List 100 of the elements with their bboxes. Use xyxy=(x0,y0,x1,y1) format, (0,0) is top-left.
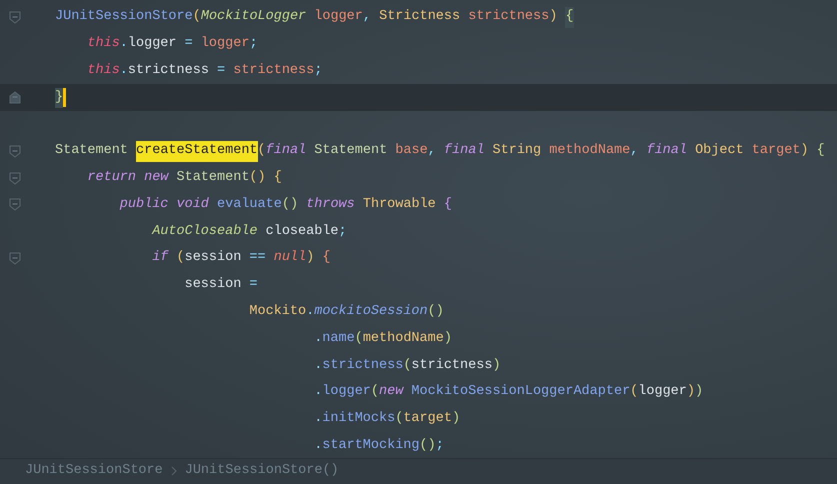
code-text: AutoCloseable xyxy=(152,222,258,241)
code-text: target xyxy=(403,410,452,428)
code-text: = xyxy=(184,35,193,54)
code-text: null xyxy=(272,249,306,268)
code-text: public xyxy=(120,196,168,214)
code-text: base xyxy=(394,142,428,160)
text-caret xyxy=(63,88,66,108)
code-text: Statement xyxy=(55,142,129,160)
code-text: final xyxy=(266,142,306,160)
code-text: logger xyxy=(200,35,250,54)
code-text: = xyxy=(216,62,226,80)
code-text: final xyxy=(645,142,687,160)
code-text: Strictness xyxy=(378,8,460,26)
code-text: == xyxy=(248,249,266,268)
code-text: ( xyxy=(258,142,266,160)
code-text: Throwable xyxy=(362,196,436,214)
code-text: ( xyxy=(192,8,201,26)
code-text: , xyxy=(630,142,638,160)
code-text: mockitoSession xyxy=(314,303,428,322)
code-text: this xyxy=(87,35,120,54)
code-text: strictness xyxy=(411,356,492,375)
code-text: final xyxy=(442,142,484,160)
code-text: { xyxy=(565,7,574,28)
fold-icon[interactable] xyxy=(9,10,21,24)
code-text: ) xyxy=(686,383,695,402)
code-text: Mockito xyxy=(249,303,306,322)
fold-icon[interactable] xyxy=(9,198,21,212)
code-text: ( xyxy=(403,356,412,375)
code-text: ) xyxy=(800,142,809,160)
code-text: throws xyxy=(305,196,355,214)
code-text: ( xyxy=(395,410,404,428)
code-text: . xyxy=(306,303,314,322)
code-text: () xyxy=(282,196,298,214)
code-text: ) xyxy=(549,8,558,26)
code-text: session xyxy=(184,249,242,268)
code-text: = xyxy=(248,276,258,294)
code-text: { xyxy=(321,249,330,268)
code-text: new xyxy=(379,383,404,402)
code-text: startMocking xyxy=(322,437,420,456)
code-text: , xyxy=(362,8,371,26)
fold-icon[interactable] xyxy=(9,172,21,185)
code-text: ) xyxy=(695,383,704,402)
code-text: logger xyxy=(128,35,177,54)
search-highlight: createStatement xyxy=(136,141,258,162)
code-text: evaluate xyxy=(216,196,282,214)
code-text: { xyxy=(442,196,452,214)
code-text: ( xyxy=(630,383,638,402)
code-text: , xyxy=(428,142,436,160)
code-text: ; xyxy=(436,437,444,456)
code-text: new xyxy=(143,169,168,188)
code-text: ; xyxy=(338,222,347,241)
code-text: . xyxy=(314,410,322,428)
code-text: . xyxy=(314,356,322,375)
code-text: session xyxy=(184,276,242,294)
code-text: initMocks xyxy=(322,410,396,428)
breadcrumb-item[interactable]: JUnitSessionStore xyxy=(25,461,163,482)
code-text: target xyxy=(750,142,800,160)
code-text: ) xyxy=(492,356,501,375)
code-text: strictness xyxy=(467,8,550,26)
chevron-icon xyxy=(170,466,177,476)
code-text: ) xyxy=(452,410,460,428)
code-text: MockitoSessionLoggerAdapter xyxy=(410,383,630,402)
code-text: Object xyxy=(694,142,744,160)
code-text: () xyxy=(420,437,436,456)
code-text: () xyxy=(428,303,444,322)
code-text: this xyxy=(87,62,120,80)
code-text: . xyxy=(314,437,322,456)
code-text: } xyxy=(55,88,64,108)
code-text: ( xyxy=(354,330,363,348)
code-text: . xyxy=(120,62,128,80)
code-text: . xyxy=(314,330,322,348)
code-text: { xyxy=(272,169,282,188)
code-text: methodName xyxy=(362,330,444,348)
code-text: ; xyxy=(314,62,322,80)
code-text: Statement xyxy=(313,142,388,160)
code-text: strictness xyxy=(128,62,209,80)
code-text: closeable xyxy=(264,222,339,241)
code-text: () xyxy=(249,169,266,188)
code-text: logger xyxy=(322,383,371,402)
fold-icon[interactable] xyxy=(9,252,21,266)
code-text: MockitoLogger xyxy=(200,8,306,26)
code-text: name xyxy=(322,330,355,348)
fold-end-icon[interactable] xyxy=(9,91,21,104)
fold-icon[interactable] xyxy=(9,144,21,158)
breadcrumb-item[interactable]: JUnitSessionStore() xyxy=(184,461,339,482)
code-text: { xyxy=(816,142,825,160)
code-text: if xyxy=(152,249,168,268)
code-text: void xyxy=(176,196,209,214)
code-text: return xyxy=(87,169,136,188)
code-text: strictness xyxy=(232,62,314,80)
code-text: ) xyxy=(444,330,452,348)
code-text: JUnitSessionStore xyxy=(55,8,193,26)
code-text: ( xyxy=(175,249,185,268)
code-text: ) xyxy=(306,249,314,268)
code-text: strictness xyxy=(322,356,404,375)
code-text: . xyxy=(314,383,322,402)
code-text: String xyxy=(492,142,542,160)
code-text: . xyxy=(120,35,128,54)
code-text: logger xyxy=(638,383,687,402)
code-text: Statement xyxy=(176,169,250,188)
